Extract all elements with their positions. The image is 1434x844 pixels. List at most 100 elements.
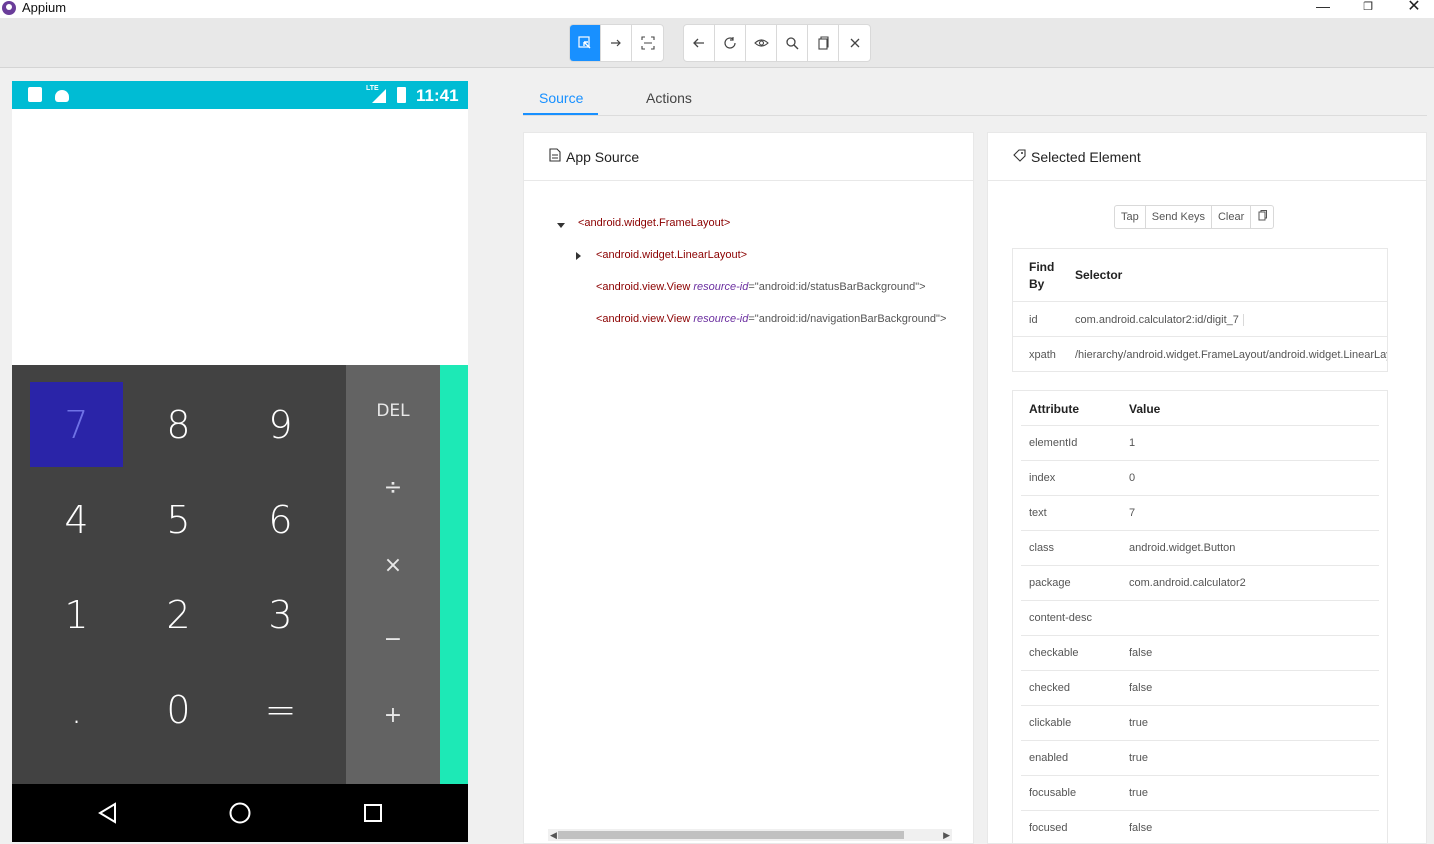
close-window-button[interactable]: ✕ bbox=[1391, 0, 1434, 18]
digit-1-key[interactable]: 1 bbox=[30, 572, 123, 657]
swipe-button[interactable] bbox=[601, 25, 632, 61]
action-button-group bbox=[683, 24, 871, 62]
caret-down-icon[interactable] bbox=[557, 223, 565, 228]
attribute-row: content-desc bbox=[1021, 601, 1379, 636]
find-by-cell: id bbox=[1029, 314, 1038, 326]
tree-node-statusbar[interactable]: <android.view.View resource-id="android:… bbox=[596, 281, 951, 293]
attribute-value: false bbox=[1129, 822, 1153, 834]
minimize-button[interactable]: — bbox=[1300, 0, 1346, 18]
operator-pad: DEL ÷ × − + bbox=[346, 365, 440, 784]
attribute-name: content-desc bbox=[1029, 612, 1092, 624]
attribute-row: text 7 bbox=[1021, 496, 1379, 531]
caret-right-icon[interactable] bbox=[576, 252, 581, 260]
attribute-row: class android.widget.Button bbox=[1021, 531, 1379, 566]
tap-button[interactable]: Tap bbox=[1115, 206, 1146, 228]
clear-button[interactable]: Clear bbox=[1212, 206, 1252, 228]
attribute-value: false bbox=[1129, 647, 1153, 659]
window-title: Appium bbox=[22, 0, 67, 15]
multiply-key[interactable]: × bbox=[346, 553, 440, 578]
digit-7-key[interactable]: 7 bbox=[30, 382, 123, 467]
refresh-icon bbox=[724, 37, 736, 49]
nav-recents-button[interactable] bbox=[355, 798, 391, 828]
equals-key[interactable]: = bbox=[234, 667, 327, 752]
advanced-pad-handle[interactable] bbox=[440, 365, 468, 784]
android-icon bbox=[55, 90, 69, 102]
android-status-bar: LTE 11:41 bbox=[12, 81, 468, 109]
selector-value-cell[interactable]: /hierarchy/android.widget.FrameLayout/an… bbox=[1075, 349, 1387, 361]
select-element-button[interactable] bbox=[570, 25, 601, 61]
selector-table-header: Find By Selector bbox=[1013, 249, 1387, 302]
tree-node-navbar[interactable]: <android.view.View resource-id="android:… bbox=[596, 313, 951, 325]
copy-xml-button[interactable] bbox=[808, 25, 839, 61]
tap-coordinates-button[interactable] bbox=[632, 25, 663, 61]
delete-key[interactable]: DEL bbox=[346, 401, 440, 421]
device-screenshot[interactable]: LTE 11:41 7 8 9 4 5 6 1 2 3 . 0 = DEL ÷ … bbox=[12, 81, 468, 842]
selected-element-title: Selected Element bbox=[1031, 148, 1141, 165]
tab-source[interactable]: Source bbox=[539, 90, 583, 106]
digit-0-key[interactable]: 0 bbox=[132, 667, 225, 752]
scroll-left-icon[interactable]: ◀ bbox=[550, 830, 557, 841]
back-button[interactable] bbox=[684, 25, 715, 61]
attribute-header: Attribute bbox=[1029, 402, 1079, 416]
scan-icon bbox=[640, 36, 655, 50]
digit-4-key[interactable]: 4 bbox=[30, 477, 123, 562]
digit-2-key[interactable]: 2 bbox=[132, 572, 225, 657]
scroll-right-icon[interactable]: ▶ bbox=[943, 830, 950, 841]
find-by-header: Find By bbox=[1029, 260, 1055, 291]
search-button[interactable] bbox=[777, 25, 808, 61]
arrow-left-icon bbox=[693, 38, 704, 48]
android-navigation-bar bbox=[12, 784, 468, 842]
plus-key[interactable]: + bbox=[346, 703, 440, 728]
decimal-point-key[interactable]: . bbox=[30, 667, 123, 752]
sd-card-icon bbox=[28, 87, 42, 102]
selector-value-cell[interactable]: com.android.calculator2:id/digit_7 bbox=[1075, 314, 1244, 326]
attribute-value: 7 bbox=[1129, 507, 1136, 519]
selected-element-header: Selected Element bbox=[988, 133, 1426, 181]
toggle-visibility-button[interactable] bbox=[746, 25, 777, 61]
attribute-row: elementId 1 bbox=[1021, 426, 1379, 461]
tree-node-linearlayout[interactable]: <android.widget.LinearLayout> bbox=[596, 249, 956, 261]
attribute-table-header: Attribute Value bbox=[1021, 391, 1379, 426]
nav-back-button[interactable] bbox=[90, 798, 126, 828]
horizontal-scrollbar[interactable]: ◀ ▶ bbox=[548, 829, 952, 841]
find-by-cell: xpath bbox=[1029, 349, 1056, 361]
digit-8-key[interactable]: 8 bbox=[132, 382, 225, 467]
digit-6-key[interactable]: 6 bbox=[234, 477, 327, 562]
digit-5-key[interactable]: 5 bbox=[132, 477, 225, 562]
scrollbar-thumb[interactable] bbox=[558, 831, 904, 839]
selector-row-id: id com.android.calculator2:id/digit_7 bbox=[1013, 302, 1387, 337]
active-tab-indicator bbox=[523, 113, 598, 115]
attribute-row: clickable true bbox=[1021, 706, 1379, 741]
attribute-name: enabled bbox=[1029, 752, 1069, 764]
digit-3-key[interactable]: 3 bbox=[234, 572, 327, 657]
attribute-name: elementId bbox=[1029, 437, 1078, 449]
tab-actions[interactable]: Actions bbox=[646, 90, 692, 106]
appium-logo-icon bbox=[2, 1, 16, 15]
calculator-display[interactable] bbox=[12, 109, 468, 365]
maximize-button[interactable]: ❐ bbox=[1345, 0, 1391, 18]
minus-key[interactable]: − bbox=[346, 627, 440, 652]
selector-header: Selector bbox=[1075, 268, 1123, 282]
attribute-row: focused false bbox=[1021, 811, 1379, 844]
status-clock: 11:41 bbox=[416, 86, 459, 105]
tree-tag: <android.view.View bbox=[596, 281, 694, 293]
tree-node-framelayout[interactable]: <android.widget.FrameLayout> bbox=[578, 217, 958, 229]
attribute-name: index bbox=[1029, 472, 1056, 484]
attribute-name: focused bbox=[1029, 822, 1068, 834]
circle-home-icon bbox=[229, 802, 251, 824]
refresh-button[interactable] bbox=[715, 25, 746, 61]
attribute-name: checked bbox=[1029, 682, 1070, 694]
copy-attributes-button[interactable] bbox=[1251, 206, 1273, 228]
divide-key[interactable]: ÷ bbox=[346, 475, 440, 500]
tree-attr-name: resource-id bbox=[693, 313, 749, 325]
square-recents-icon bbox=[364, 804, 382, 822]
copy-icon bbox=[818, 36, 829, 50]
selector-table: Find By Selector id com.android.calculat… bbox=[1012, 248, 1388, 372]
send-keys-button[interactable]: Send Keys bbox=[1146, 206, 1212, 228]
quit-session-button[interactable] bbox=[839, 25, 870, 61]
attribute-row: checked false bbox=[1021, 671, 1379, 706]
nav-home-button[interactable] bbox=[222, 798, 258, 828]
digit-9-key[interactable]: 9 bbox=[234, 382, 327, 467]
eye-icon bbox=[753, 39, 769, 47]
attribute-name: text bbox=[1029, 507, 1047, 519]
